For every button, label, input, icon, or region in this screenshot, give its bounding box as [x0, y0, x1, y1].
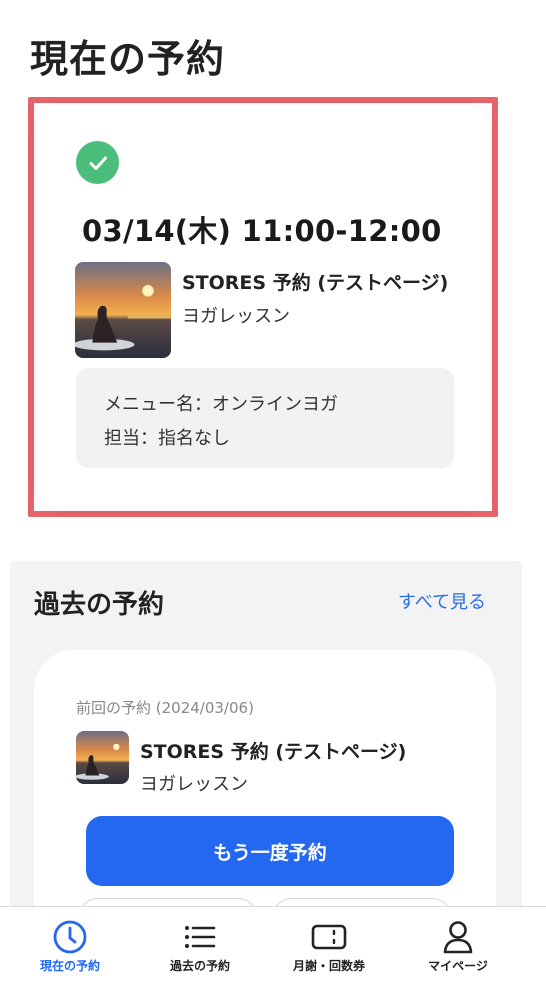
lesson-name: ヨガレッスン — [140, 774, 248, 795]
staff-name: 担当：指名なし — [104, 428, 230, 449]
shop-thumbnail — [76, 731, 129, 784]
ticket-icon — [309, 917, 349, 957]
list-icon — [180, 917, 220, 957]
tab-label: 過去の予約 — [169, 959, 230, 973]
tab-label: 月謝・回数券 — [292, 959, 365, 973]
person-icon — [438, 917, 478, 957]
reservation-datetime: 03/14(木) 11:00-12:00 — [82, 214, 442, 248]
clock-icon — [50, 917, 90, 957]
shop-name: STORES 予約 (テストページ) — [182, 272, 449, 294]
tab-tickets[interactable]: 月謝・回数券 — [261, 907, 397, 1000]
reservation-details: メニュー名：オンラインヨガ 担当：指名なし — [76, 368, 454, 468]
menu-name: メニュー名：オンラインヨガ — [104, 394, 338, 415]
tab-my-page[interactable]: マイページ — [390, 907, 526, 1000]
tab-current-reservations[interactable]: 現在の予約 — [2, 907, 138, 1000]
past-section-title: 過去の予約 — [34, 590, 165, 620]
previous-reservation-label: 前回の予約 (2024/03/06) — [76, 699, 254, 717]
shop-name: STORES 予約 (テストページ) — [140, 741, 407, 763]
tab-label: 現在の予約 — [39, 959, 100, 973]
check-icon — [76, 141, 119, 184]
rebook-button[interactable]: もう一度予約 — [86, 816, 454, 886]
shop-thumbnail — [75, 262, 171, 358]
lesson-name: ヨガレッスン — [182, 306, 290, 327]
page-title: 現在の予約 — [30, 37, 226, 81]
see-all-link[interactable]: すべて見る — [398, 588, 486, 614]
tab-label: マイページ — [428, 959, 488, 973]
bottom-tab-bar: 現在の予約 過去の予約 月謝・回数券 マイページ — [0, 906, 546, 1000]
tab-past-reservations[interactable]: 過去の予約 — [132, 907, 268, 1000]
